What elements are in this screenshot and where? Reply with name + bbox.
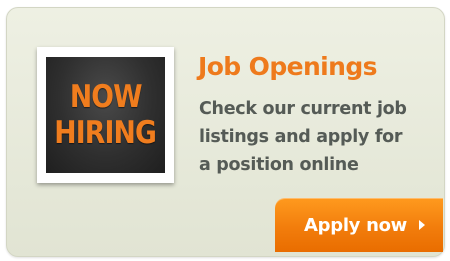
card-title: Job Openings	[198, 52, 378, 81]
apply-now-button[interactable]: Apply now	[275, 198, 443, 252]
description-line: a position online	[199, 155, 359, 175]
description-line: Check our current job	[199, 99, 407, 119]
arrow-right-icon	[419, 220, 425, 230]
card-description: Check our current job listings and apply…	[199, 95, 439, 179]
badge-line-2: HIRING	[54, 115, 158, 151]
apply-now-label: Apply now	[304, 214, 407, 236]
now-hiring-badge-frame: NOW HIRING	[37, 47, 174, 183]
now-hiring-badge: NOW HIRING	[46, 57, 165, 173]
description-line: listings and apply for	[199, 127, 403, 147]
badge-line-1: NOW	[69, 79, 143, 115]
